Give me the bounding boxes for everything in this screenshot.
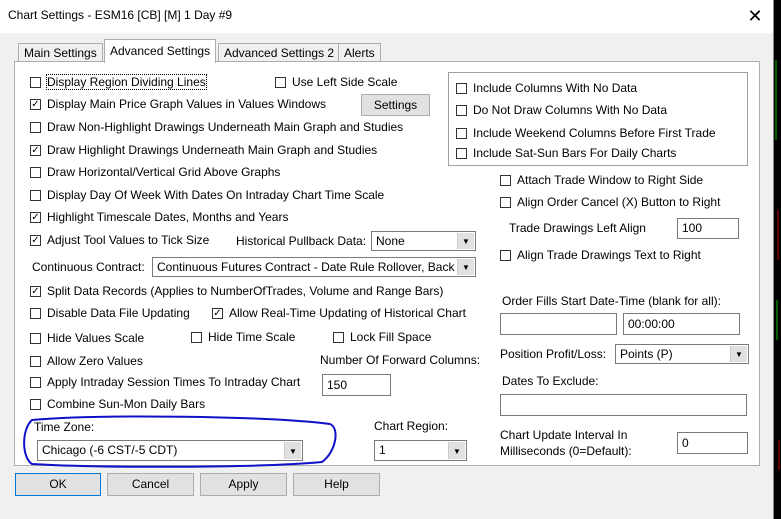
column-option-label-3: Include Sat-Sun Bars For Daily Charts <box>473 146 677 160</box>
left-option-checkbox-5[interactable] <box>30 190 41 201</box>
chevron-down-icon: ▼ <box>730 346 747 362</box>
left-option-checkbox-7[interactable]: ✓ <box>30 235 41 246</box>
cancel-button[interactable]: Cancel <box>107 473 194 496</box>
left-option-label-6: Highlight Timescale Dates, Months and Ye… <box>47 210 289 224</box>
left-option-label-2: Draw Non-Highlight Drawings Underneath M… <box>47 120 404 134</box>
forward-columns-label: Number Of Forward Columns: <box>320 353 481 367</box>
tab-advanced-settings[interactable]: Advanced Settings <box>104 39 217 63</box>
left-option-label-3: Draw Highlight Drawings Underneath Main … <box>47 143 378 157</box>
column-option-checkbox-0[interactable] <box>456 83 467 94</box>
historical-pullback-value: None <box>376 234 405 248</box>
ok-button[interactable]: OK <box>15 473 101 496</box>
continuous-contract-label: Continuous Contract: <box>32 260 145 274</box>
apply-button[interactable]: Apply <box>200 473 287 496</box>
update-interval-label-line1: Chart Update Interval In <box>500 428 628 442</box>
left-option-checkbox-2[interactable] <box>30 122 41 133</box>
column-option-label-1: Do Not Draw Columns With No Data <box>473 103 668 117</box>
order-fills-date-input[interactable] <box>500 313 617 335</box>
chevron-down-icon: ▼ <box>448 442 465 459</box>
settings-button[interactable]: Settings <box>361 94 430 116</box>
left-option-label-8: Split Data Records (Applies to NumberOfT… <box>47 284 444 298</box>
chevron-down-icon: ▼ <box>457 233 474 249</box>
position-pl-value: Points (P) <box>620 347 673 361</box>
forward-columns-input[interactable]: 150 <box>322 374 391 396</box>
left-option-checkbox-6[interactable]: ✓ <box>30 212 41 223</box>
trade-option-label-1: Align Order Cancel (X) Button to Right <box>517 195 721 209</box>
chart-region-value: 1 <box>379 443 386 457</box>
left-option-label-10: Hide Values Scale <box>47 331 145 345</box>
left-option-label-11: Allow Zero Values <box>47 354 143 368</box>
left-option-label-0: Display Region Dividing Lines <box>46 74 207 90</box>
chart-settings-dialog: Chart Settings - ESM16 [CB] [M] 1 Day #9… <box>0 0 774 519</box>
window-title: Chart Settings - ESM16 [CB] [M] 1 Day #9 <box>8 8 233 22</box>
trade-option-checkbox-1[interactable] <box>500 197 511 208</box>
tab-alerts[interactable]: Alerts <box>338 43 381 62</box>
historical-pullback-label: Historical Pullback Data: <box>236 234 367 248</box>
position-pl-label: Position Profit/Loss: <box>500 347 607 361</box>
column-option-checkbox-1[interactable] <box>456 105 467 116</box>
align-trade-text-checkbox[interactable] <box>500 250 511 261</box>
dates-to-exclude-input[interactable] <box>500 394 747 416</box>
chart-region-select[interactable]: 1 ▼ <box>374 440 467 461</box>
lock-fill-space-label: Lock Fill Space <box>350 330 432 344</box>
left-option-checkbox-9[interactable] <box>30 308 41 319</box>
left-option-label-5: Display Day Of Week With Dates On Intrad… <box>47 188 385 202</box>
column-option-checkbox-3[interactable] <box>456 148 467 159</box>
use-left-side-scale-checkbox[interactable] <box>275 77 286 88</box>
column-option-checkbox-2[interactable] <box>456 128 467 139</box>
tab-main-settings[interactable]: Main Settings <box>18 43 103 62</box>
left-option-label-12: Apply Intraday Session Times To Intraday… <box>47 375 301 389</box>
order-fills-time-input[interactable]: 00:00:00 <box>623 313 740 335</box>
continuous-contract-select[interactable]: Continuous Futures Contract - Date Rule … <box>152 257 476 277</box>
left-option-checkbox-4[interactable] <box>30 167 41 178</box>
continuous-contract-value: Continuous Futures Contract - Date Rule … <box>157 260 455 274</box>
align-trade-text-label: Align Trade Drawings Text to Right <box>517 248 701 262</box>
lock-fill-space-checkbox[interactable] <box>333 332 344 343</box>
allow-realtime-checkbox[interactable]: ✓ <box>212 308 223 319</box>
left-option-checkbox-1[interactable]: ✓ <box>30 99 41 110</box>
update-interval-input[interactable]: 0 <box>677 432 748 454</box>
hide-time-scale-checkbox[interactable] <box>191 332 202 343</box>
historical-pullback-select[interactable]: None ▼ <box>371 231 476 251</box>
left-option-label-1: Display Main Price Graph Values in Value… <box>47 97 327 111</box>
left-option-label-9: Disable Data File Updating <box>47 306 190 320</box>
left-option-checkbox-13[interactable] <box>30 399 41 410</box>
left-option-checkbox-10[interactable] <box>30 333 41 344</box>
annotation-ring <box>23 415 337 468</box>
title-bar: Chart Settings - ESM16 [CB] [M] 1 Day #9… <box>0 0 773 33</box>
left-option-checkbox-3[interactable]: ✓ <box>30 145 41 156</box>
left-option-checkbox-0[interactable] <box>30 77 41 88</box>
trade-option-checkbox-0[interactable] <box>500 175 511 186</box>
allow-realtime-label: Allow Real-Time Updating of Historical C… <box>229 306 466 320</box>
trade-option-label-0: Attach Trade Window to Right Side <box>517 173 704 187</box>
order-fills-label: Order Fills Start Date-Time (blank for a… <box>502 294 721 308</box>
left-option-label-13: Combine Sun-Mon Daily Bars <box>47 397 206 411</box>
left-option-checkbox-8[interactable]: ✓ <box>30 286 41 297</box>
close-icon[interactable]: ✕ <box>740 3 770 29</box>
left-option-label-4: Draw Horizontal/Vertical Grid Above Grap… <box>47 165 281 179</box>
chevron-down-icon: ▼ <box>457 259 474 275</box>
help-button[interactable]: Help <box>293 473 380 496</box>
chart-region-label: Chart Region: <box>374 419 449 433</box>
column-option-label-2: Include Weekend Columns Before First Tra… <box>473 126 716 140</box>
trade-drawings-left-align-input[interactable]: 100 <box>677 218 739 239</box>
left-option-checkbox-12[interactable] <box>30 377 41 388</box>
left-option-label-7: Adjust Tool Values to Tick Size <box>47 233 210 247</box>
trade-drawings-left-align-label: Trade Drawings Left Align <box>509 221 646 235</box>
hide-time-scale-label: Hide Time Scale <box>208 330 296 344</box>
left-option-checkbox-11[interactable] <box>30 356 41 367</box>
tab-advanced-settings-2[interactable]: Advanced Settings 2 <box>218 43 341 62</box>
use-left-side-scale-label: Use Left Side Scale <box>292 75 398 89</box>
column-option-label-0: Include Columns With No Data <box>473 81 638 95</box>
dates-to-exclude-label: Dates To Exclude: <box>502 374 599 388</box>
update-interval-label-line2: Milliseconds (0=Default): <box>500 444 632 458</box>
background-chart-edge <box>775 60 780 470</box>
position-pl-select[interactable]: Points (P) ▼ <box>615 344 749 364</box>
